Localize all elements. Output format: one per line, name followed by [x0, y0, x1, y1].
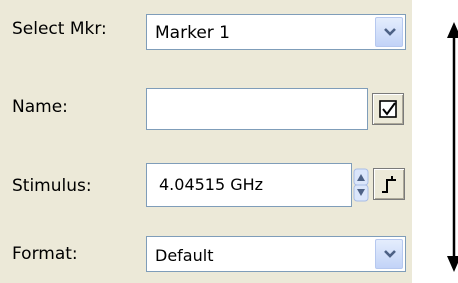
format-dropdown[interactable]: Default: [146, 236, 406, 272]
name-label: Name:: [12, 97, 68, 117]
select-mkr-value: Marker 1: [155, 23, 230, 43]
stimulus-step-button[interactable]: [373, 168, 405, 200]
checkbox-icon: [379, 100, 397, 118]
stimulus-label: Stimulus:: [12, 176, 92, 196]
select-mkr-label: Select Mkr:: [12, 19, 107, 39]
format-dropdown-button[interactable]: [375, 239, 403, 269]
select-mkr-dropdown[interactable]: Marker 1: [146, 14, 406, 50]
marker-properties-panel: Select Mkr: Marker 1 Name: Stimulus: 4.0…: [0, 0, 412, 283]
name-edit-button[interactable]: [372, 93, 404, 125]
stimulus-input[interactable]: 4.04515 GHz: [146, 163, 352, 207]
double-arrow-vertical-icon[interactable]: [444, 22, 458, 272]
name-input[interactable]: [146, 88, 368, 130]
stimulus-value: 4.04515 GHz: [159, 175, 264, 194]
chevron-down-icon: [384, 250, 396, 258]
up-down-arrows-icon: [353, 168, 369, 202]
stimulus-spinner[interactable]: [353, 163, 369, 207]
format-value: Default: [155, 246, 214, 265]
step-icon: [382, 176, 396, 193]
format-label: Format:: [12, 244, 78, 264]
select-mkr-dropdown-button[interactable]: [375, 17, 403, 47]
chevron-down-icon: [384, 28, 396, 36]
